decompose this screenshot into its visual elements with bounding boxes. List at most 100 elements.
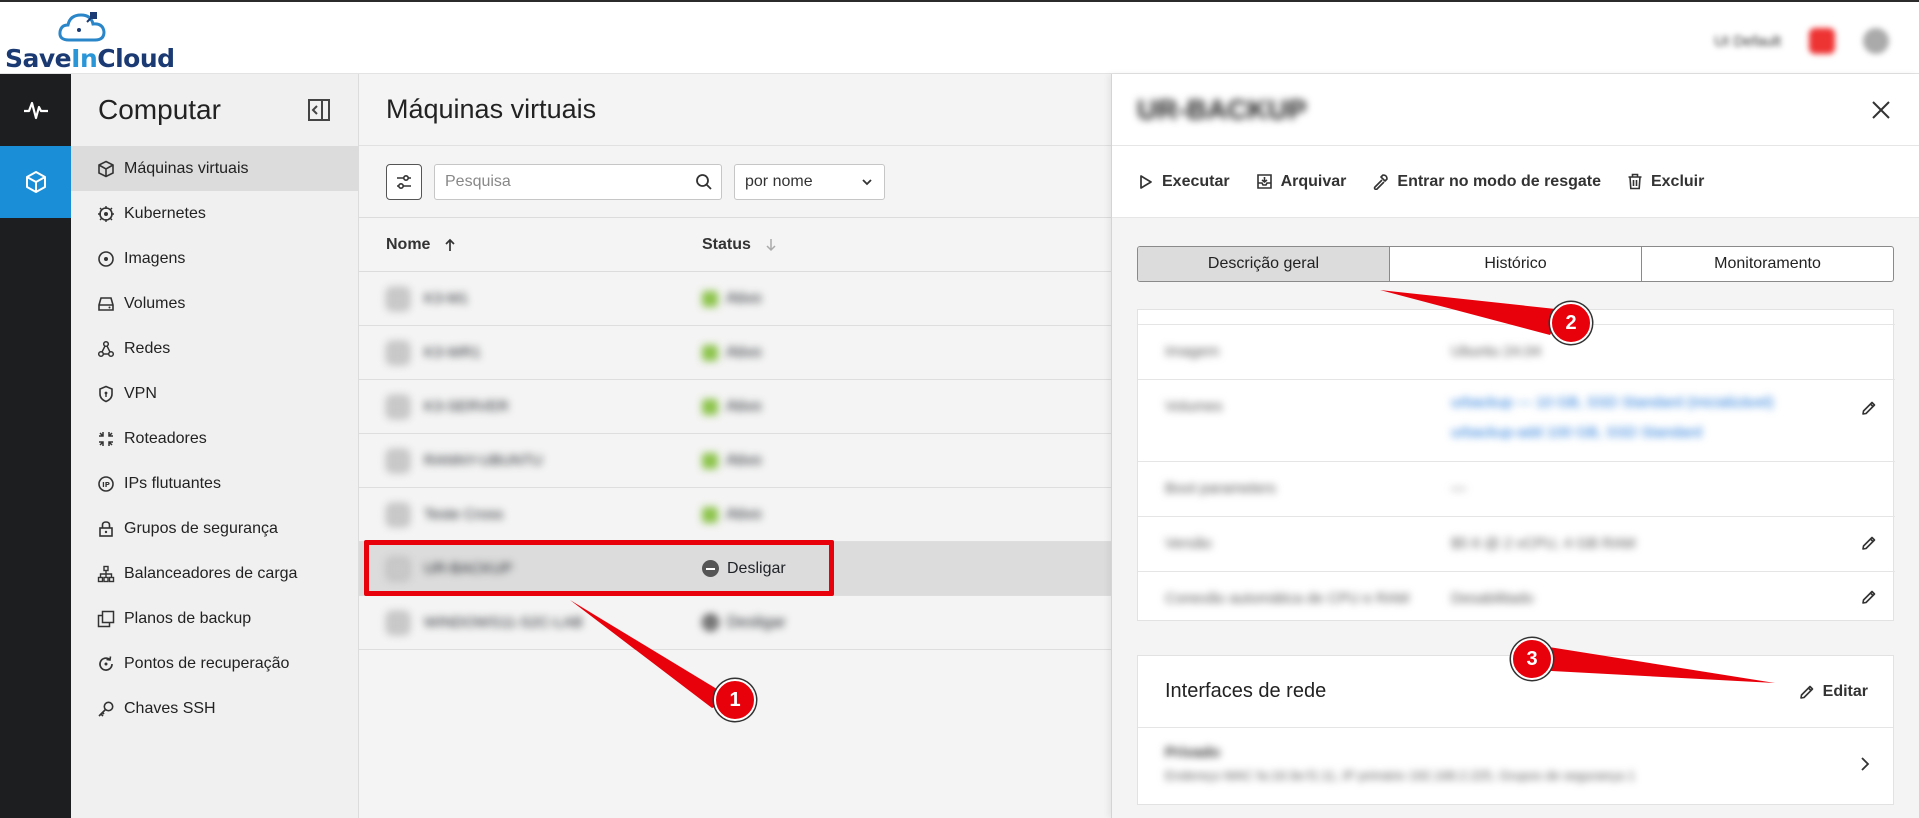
vm-icon — [386, 610, 410, 635]
sidebar-header: Computar — [71, 74, 358, 146]
search-icon[interactable] — [695, 173, 713, 191]
sidebar-item-redes[interactable]: Redes — [71, 326, 358, 371]
sliders-icon — [397, 174, 411, 189]
sidebar-item-imagens[interactable]: Imagens — [71, 236, 358, 281]
notifications-icon[interactable] — [1809, 28, 1835, 54]
callout-badge-3: 3 — [1511, 638, 1553, 680]
table-row[interactable]: Teste Cross Ativo — [359, 488, 1111, 542]
sidebar-item-chaves-ssh[interactable]: Chaves SSH — [71, 686, 358, 731]
network-icon — [97, 340, 115, 357]
tab-historico[interactable]: Histórico — [1390, 247, 1642, 281]
kubernetes-icon — [98, 205, 114, 222]
vm-icon — [386, 340, 410, 365]
sort-select[interactable]: por nome — [734, 163, 885, 200]
vm-status-cell: Ativo — [702, 506, 762, 524]
vm-status-cell: Ativo — [702, 398, 762, 416]
vm-name-cell: Teste Cross — [359, 502, 702, 527]
vm-name-cell: WINDOWS11-S2C-LAB — [359, 610, 702, 635]
sidebar-item-volumes[interactable]: Volumes — [71, 281, 358, 326]
edit-network-button[interactable]: Editar — [1799, 683, 1868, 701]
sidebar-item-maquinas-virtuais[interactable]: Máquinas virtuais — [71, 146, 358, 191]
info-value: Desabilitado — [1451, 590, 1534, 607]
rail-compute[interactable] — [0, 146, 71, 218]
filter-button[interactable] — [386, 163, 422, 200]
column-status-header[interactable]: Status — [702, 236, 777, 254]
table-row[interactable]: WINDOWS11-S2C-LAB Desligar — [359, 596, 1111, 650]
sidebar-item-roteadores[interactable]: Roteadores — [71, 416, 358, 461]
status-active-icon — [702, 344, 718, 361]
delete-button[interactable]: Excluir — [1627, 173, 1704, 191]
table-row[interactable]: K3-M1 Ativo — [359, 272, 1111, 326]
table-row[interactable]: K3-SERVER Ativo — [359, 380, 1111, 434]
vm-name-cell: K3-WR1 — [359, 340, 702, 365]
saveincloud-logo[interactable]: SaveInCloud — [5, 10, 175, 73]
sidebar-item-label: Máquinas virtuais — [124, 159, 249, 177]
vm-detail-panel: UR-BACKUP Executar Arquivar Entrar no mo… — [1111, 74, 1919, 818]
collapse-sidebar-icon[interactable] — [307, 98, 331, 122]
top-bar: SaveInCloud UI Default — [0, 0, 1919, 74]
table-row[interactable]: RANNY-UBUNTU Ativo — [359, 434, 1111, 488]
sidebar-item-ips-flutuantes[interactable]: IP IPs flutuantes — [71, 461, 358, 506]
sidebar-item-label: Balanceadores de carga — [124, 564, 298, 582]
shield-icon — [99, 385, 113, 402]
sidebar-item-planos-de-backup[interactable]: Planos de backup — [71, 596, 358, 641]
loadbalancer-icon — [97, 565, 115, 582]
volume-link[interactable]: urbackup — 10 GB, SSD Standard (Iniciali… — [1451, 394, 1774, 411]
tab-monitoramento[interactable]: Monitoramento — [1642, 247, 1893, 281]
pencil-icon[interactable] — [1861, 589, 1877, 605]
sidebar-item-label: Volumes — [124, 294, 186, 312]
info-value: Ubuntu 24.04 — [1451, 343, 1542, 360]
info-row-image: Imagem Ubuntu 24.04 — [1138, 324, 1895, 379]
vm-name-cell: RANNY-UBUNTU — [359, 448, 702, 473]
sidebar-item-label: Redes — [124, 339, 171, 357]
vm-status-cell: Desligar — [702, 614, 786, 632]
info-row-volumes: Volumes urbackup — 10 GB, SSD Standard (… — [1138, 379, 1895, 461]
stopped-status-icon — [702, 614, 719, 631]
avatar[interactable] — [1863, 28, 1889, 54]
volume-link[interactable]: urbackup-add 100 GB, SSD Standard — [1451, 424, 1702, 441]
archive-icon — [1256, 174, 1272, 189]
network-interface-row[interactable]: Privado Endereço MAC fa:16:3e:f1:11, IP … — [1138, 728, 1893, 800]
table-row[interactable]: K3-WR1 Ativo — [359, 326, 1111, 380]
detail-tabs: Descrição geral Histórico Monitoramento — [1137, 246, 1894, 282]
sidebar-item-kubernetes[interactable]: Kubernetes — [71, 191, 358, 236]
info-row-version: Versão $5 6 @ 2 vCPU, 4 GB RAM — [1138, 516, 1895, 571]
table-header: Nome Status — [359, 218, 1111, 272]
svg-text:IP: IP — [102, 481, 110, 489]
archive-button[interactable]: Arquivar — [1256, 173, 1346, 191]
column-name-header[interactable]: Nome — [359, 236, 702, 254]
main-header: Máquinas virtuais — [359, 74, 1111, 146]
chevron-down-icon — [862, 178, 872, 185]
router-icon — [99, 431, 113, 446]
close-icon[interactable] — [1870, 99, 1892, 121]
sidebar-item-vpn[interactable]: VPN — [71, 371, 358, 416]
logo-wordmark: SaveInCloud — [5, 44, 175, 73]
info-label: Volumes — [1165, 398, 1223, 415]
sidebar-item-label: Grupos de segurança — [124, 519, 278, 537]
sidebar-item-label: VPN — [124, 384, 157, 402]
tenant-selector[interactable]: UI Default — [1714, 33, 1781, 50]
rescue-mode-button[interactable]: Entrar no modo de resgate — [1372, 173, 1601, 191]
overview-card: Imagem Ubuntu 24.04 Volumes urbackup — 1… — [1137, 309, 1895, 621]
callout-badge-2: 2 — [1550, 302, 1592, 344]
sidebar-item-balanceadores-de-carga[interactable]: Balanceadores de carga — [71, 551, 358, 596]
tab-descricao-geral[interactable]: Descrição geral — [1138, 247, 1390, 281]
status-active-icon — [702, 398, 718, 415]
vm-status-cell: Ativo — [702, 344, 762, 362]
callout-badge-1: 1 — [714, 679, 756, 721]
sidebar-item-grupos-de-seguranca[interactable]: Grupos de segurança — [71, 506, 358, 551]
highlight-selected-vm — [364, 540, 834, 596]
pencil-icon[interactable] — [1861, 535, 1877, 551]
run-button[interactable]: Executar — [1138, 173, 1230, 191]
sidebar-item-label: Pontos de recuperação — [124, 654, 290, 672]
rail-monitoring[interactable] — [0, 74, 71, 146]
sidebar-item-label: Kubernetes — [124, 204, 206, 222]
ip-icon: IP — [98, 475, 114, 492]
chevron-right-icon — [1861, 757, 1870, 771]
vm-name-cell: K3-M1 — [359, 286, 702, 311]
app-rail — [0, 74, 71, 818]
search-input[interactable] — [445, 172, 695, 191]
sidebar-item-pontos-de-recuperacao[interactable]: Pontos de recuperação — [71, 641, 358, 686]
interface-name: Privado — [1165, 744, 1221, 761]
pencil-icon[interactable] — [1861, 400, 1877, 416]
